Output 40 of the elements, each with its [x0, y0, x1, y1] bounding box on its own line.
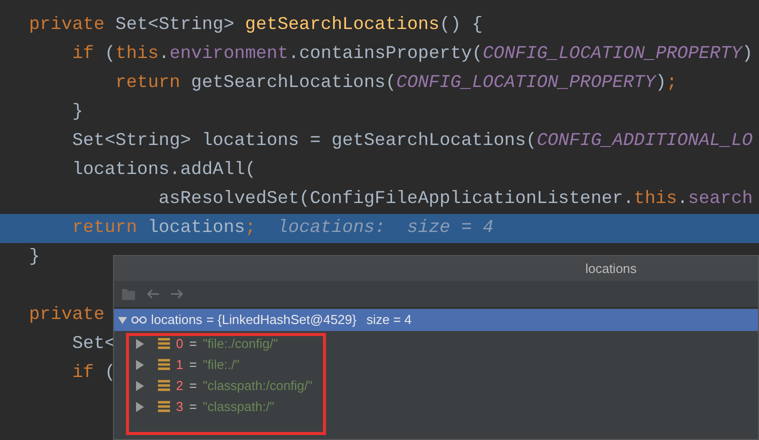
field-icon	[158, 359, 170, 370]
code-line: private Set<String> getSearchLocations() {	[28, 14, 483, 37]
expand-arrow-icon[interactable]	[118, 316, 127, 324]
element-index: 1	[176, 356, 184, 374]
expand-arrow-icon[interactable]	[136, 360, 144, 370]
code-line: return getSearchLocations(CONFIG_LOCATION_PROPERTY);	[114, 72, 678, 95]
glasses-icon	[131, 316, 147, 324]
equals-sign: =	[189, 334, 197, 353]
code-line: Set<String> locations = getSearchLocations(CONFIG_ADDITIONAL_LO	[71, 130, 753, 153]
string-value: "classpath:/config/"	[202, 376, 313, 395]
code-line: asResolvedSet(ConfigFileApplicationListener.this.search	[158, 188, 753, 211]
variable-name: locations	[151, 311, 202, 330]
size-label: size = 4	[366, 311, 412, 330]
forward-arrow-icon[interactable]	[170, 289, 184, 299]
code-line: locations.addAll(	[71, 159, 256, 182]
code-line: }	[28, 246, 40, 269]
code-line: if (	[71, 362, 116, 385]
equals-sign: =	[189, 376, 197, 395]
field-icon	[158, 338, 170, 349]
element-index: 3	[176, 398, 184, 416]
element-index: 2	[176, 376, 184, 395]
field-icon	[158, 401, 170, 412]
expand-arrow-icon[interactable]	[136, 338, 144, 348]
equals-sign: =	[189, 398, 197, 416]
string-value: "file:./"	[202, 356, 240, 374]
string-value: "file:./config/"	[202, 334, 278, 353]
tree-row[interactable]: locations = {LinkedHashSet@4529} size = 4	[114, 309, 758, 331]
back-arrow-icon[interactable]	[146, 289, 160, 299]
string-value: "classpath:/"	[202, 398, 274, 416]
code-line: }	[71, 101, 84, 124]
expand-arrow-icon[interactable]	[136, 402, 144, 412]
field-icon	[158, 380, 170, 391]
code-line: Set<	[71, 333, 116, 356]
variable-value: = {LinkedHashSet@4529}	[206, 311, 356, 330]
element-index: 0	[176, 334, 184, 353]
code-line: private	[28, 304, 105, 327]
code-line: if (this.environment.containsProperty(CONFIG_LOCATION_PROPERTY)	[71, 43, 753, 66]
equals-sign: =	[189, 356, 197, 374]
window-title: locations	[114, 256, 758, 281]
expand-arrow-icon[interactable]	[136, 380, 144, 390]
